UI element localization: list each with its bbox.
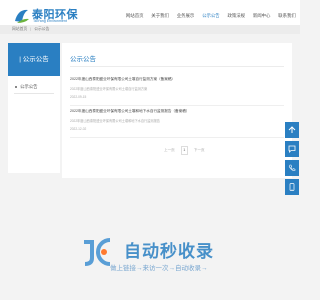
watermark-subtitle: 做上链接→来访一次→自动收录→ (110, 265, 208, 272)
nav-item-policies[interactable]: 政策法规 (224, 10, 249, 22)
sidebar-item-label: 公示公告 (20, 84, 38, 89)
arrow-up-icon (288, 126, 296, 133)
phone-button[interactable] (285, 160, 299, 176)
chat-button[interactable] (285, 141, 299, 157)
divider (70, 137, 284, 138)
breadcrumb-current: 公示公告 (34, 27, 50, 31)
bullet-icon (15, 85, 17, 88)
news-title[interactable]: 2022年度山西泰阳盛业环保有限公司土壤自行监测方案（备案稿） (70, 77, 175, 82)
watermark-title: 自动秒收录 (124, 242, 214, 261)
prev-page-button[interactable]: 上一页 (164, 148, 175, 153)
sidebar: | 公示公告 公示公告 (8, 43, 60, 173)
back-to-top-button[interactable] (285, 122, 299, 138)
divider (70, 105, 284, 106)
divider (70, 66, 284, 67)
logo-subtitle: TaiYang Environment (33, 19, 67, 23)
news-description: 2022年度山西泰阳盛业环保有限公司土壤和地下水自行监测报告 (70, 119, 160, 123)
page-title: 公示公告 (70, 56, 96, 63)
news-description: 2022年度山西泰阳盛业环保有限公司土壤自行监测方案 (70, 87, 148, 91)
nav-item-home[interactable]: 网站首页 (122, 10, 147, 22)
breadcrumb-bar: 网站首页 | 公示公告 (0, 25, 300, 34)
nav-item-about[interactable]: 关于我们 (147, 10, 172, 22)
next-page-button[interactable]: 下一页 (194, 148, 205, 153)
main-nav: 网站首页 关于我们 业务展示 公示公告 政策法规 新闻中心 联系我们 (122, 10, 300, 22)
nav-item-contact[interactable]: 联系我们 (274, 10, 299, 22)
sidebar-item-announcements[interactable]: 公示公告 (8, 81, 60, 93)
nav-item-news[interactable]: 新闻中心 (249, 10, 274, 22)
watermark: 自动秒收录 做上链接→来访一次→自动收录→ (80, 236, 280, 276)
news-date: 2022-09-15 (70, 95, 87, 99)
tablet-icon (289, 183, 295, 191)
current-page[interactable]: 1 (180, 145, 188, 155)
pagination: 上一页 1 下一页 (158, 145, 211, 155)
chat-icon (288, 145, 296, 153)
breadcrumb-separator: | (30, 27, 32, 31)
news-date: 2022-12-02 (70, 127, 87, 131)
breadcrumb-home[interactable]: 网站首页 (12, 27, 27, 31)
list-item[interactable]: 2022年度山西泰阳盛业环保有限公司土壤自行监测方案（备案稿） 2022年度山西… (70, 77, 284, 109)
nav-item-announcements[interactable]: 公示公告 (198, 10, 223, 22)
phone-icon (288, 164, 296, 171)
logo-mark-icon (15, 9, 29, 23)
divider (14, 93, 54, 94)
mobile-site-button[interactable] (285, 179, 299, 195)
breadcrumb: 网站首页 | 公示公告 (12, 25, 49, 34)
nav-item-business[interactable]: 业务展示 (173, 10, 198, 22)
main-content: 公示公告 2022年度山西泰阳盛业环保有限公司土壤自行监测方案（备案稿） 202… (62, 43, 292, 178)
list-item[interactable]: 2022年度山西泰阳盛业环保有限公司土壤和地下水自行监测报告（备案稿） 2022… (70, 109, 284, 141)
sidebar-title: | 公示公告 (8, 43, 60, 76)
news-title[interactable]: 2022年度山西泰阳盛业环保有限公司土壤和地下水自行监测报告（备案稿） (70, 109, 189, 114)
